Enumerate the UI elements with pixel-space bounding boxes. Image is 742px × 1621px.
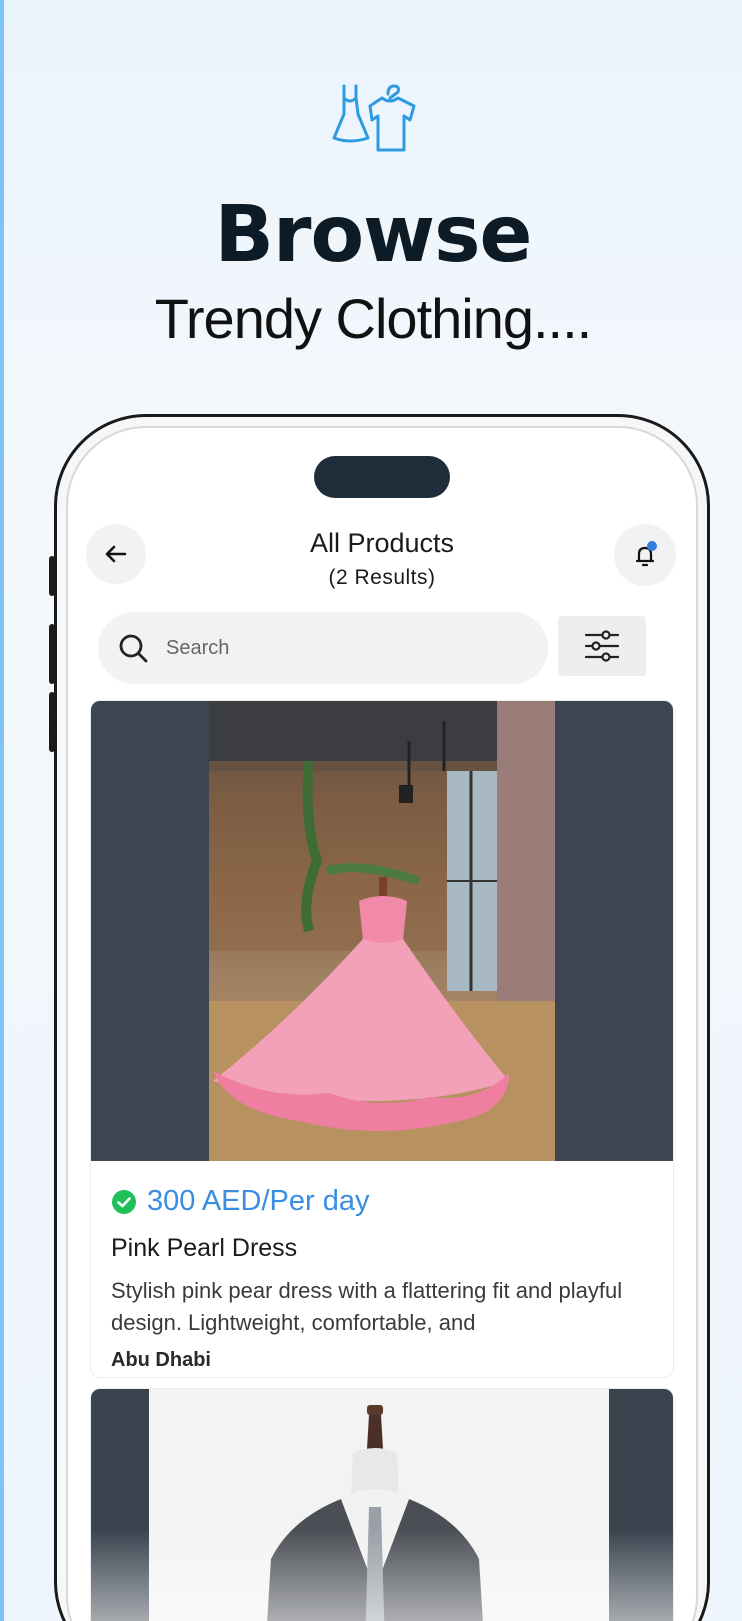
hero-title: Browse	[214, 190, 533, 280]
search-icon	[119, 634, 148, 663]
hero-subtitle: Trendy Clothing....	[154, 287, 592, 350]
results-count: (2 Results)	[328, 566, 436, 589]
check-circle-icon	[112, 1189, 136, 1214]
product-image	[91, 1389, 673, 1621]
product-name: Pink Pearl Dress	[111, 1234, 298, 1262]
search-bar[interactable]	[98, 612, 548, 684]
search-input[interactable]	[166, 636, 526, 660]
dress-photo	[209, 701, 555, 1161]
filter-button[interactable]	[558, 616, 646, 676]
product-card[interactable]: 300 AED/Per day Pink Pearl Dress Stylish…	[90, 700, 674, 1378]
bottom-fade	[91, 1529, 673, 1621]
product-price: 300 AED/Per day	[147, 1185, 370, 1217]
product-card[interactable]	[90, 1388, 674, 1621]
phone-screen: All Products (2 Results) Search 300 AED/…	[66, 426, 698, 1621]
page-title: All Products	[309, 528, 455, 558]
product-location: Abu Dhabi	[111, 1349, 211, 1371]
phone-notch	[314, 456, 450, 498]
product-image	[91, 701, 673, 1161]
notifications-button[interactable]	[614, 524, 676, 586]
sliders-icon	[584, 630, 620, 662]
clothes-hanger-icon	[332, 84, 416, 152]
product-description: Stylish pink pear dress with a flatterin…	[111, 1278, 623, 1335]
bell-icon	[635, 541, 657, 567]
